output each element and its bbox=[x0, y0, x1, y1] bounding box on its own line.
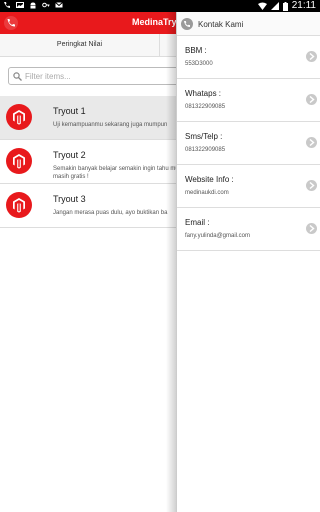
status-bar-time: 21:11 bbox=[291, 0, 316, 11]
contact-list: BBM : 553D3000 Whataps : 081322909085 Sm… bbox=[177, 36, 320, 251]
signal-icon bbox=[270, 2, 279, 10]
phone-icon bbox=[181, 18, 193, 30]
contact-item-bbm[interactable]: BBM : 553D3000 bbox=[177, 36, 320, 79]
list-item-tryout-2[interactable]: Tryout 2 Semakin banyak belajar semakin … bbox=[0, 140, 180, 184]
tryout-title: Tryout 1 bbox=[53, 106, 86, 116]
tryout-description: Jangan merasa puas dulu, ayo buktikan ba bbox=[53, 210, 168, 216]
tab-peringkat-nilai[interactable]: Peringkat Nilai bbox=[0, 34, 160, 56]
magento-logo-icon bbox=[6, 148, 32, 174]
mail-icon bbox=[55, 2, 63, 8]
call-button[interactable] bbox=[4, 16, 18, 30]
contact-value: fany.yulinda@gmail.com bbox=[185, 233, 251, 239]
contact-item-whatsapp[interactable]: Whataps : 081322909085 bbox=[177, 79, 320, 122]
contact-value: 081322909085 bbox=[185, 147, 226, 153]
android-icon bbox=[30, 2, 36, 9]
tryout-description: Semakin banyak belajar semakin ingin tah… bbox=[53, 166, 180, 180]
list-item-tryout-3[interactable]: Tryout 3 Jangan merasa puas dulu, ayo bu… bbox=[0, 184, 180, 228]
status-bar-notifications bbox=[3, 1, 63, 9]
list-item-tryout-1[interactable]: Tryout 1 Uji kemampuanmu sekarang juga m… bbox=[0, 96, 180, 140]
key-icon bbox=[42, 2, 50, 8]
drawer-header: Kontak Kami bbox=[177, 12, 320, 36]
phone-icon bbox=[4, 2, 10, 8]
contact-drawer: Kontak Kami BBM : 553D3000 Whataps : 081… bbox=[176, 12, 320, 512]
magento-logo-icon bbox=[6, 104, 32, 130]
phone-icon bbox=[4, 16, 18, 30]
search-icon bbox=[13, 72, 22, 81]
contact-label: BBM : bbox=[185, 46, 207, 55]
chevron-right-icon bbox=[306, 94, 317, 105]
tryout-description: Uji kemampuanmu sekarang juga mumpun bbox=[53, 122, 168, 128]
contact-item-sms-telp[interactable]: Sms/Telp : 081322909085 bbox=[177, 122, 320, 165]
picture-icon bbox=[16, 2, 24, 8]
contact-label: Whataps : bbox=[185, 89, 222, 98]
drawer-shadow bbox=[166, 12, 176, 512]
chevron-right-icon bbox=[306, 223, 317, 234]
wifi-icon bbox=[257, 2, 267, 10]
contact-label: Email : bbox=[185, 218, 210, 227]
contact-label: Website Info : bbox=[185, 175, 234, 184]
tryout-list: Tryout 1 Uji kemampuanmu sekarang juga m… bbox=[0, 96, 180, 228]
contact-value: medinaukdi.com bbox=[185, 190, 229, 196]
tryout-title: Tryout 3 bbox=[53, 194, 86, 204]
contact-value: 553D3000 bbox=[185, 61, 213, 67]
drawer-title: Kontak Kami bbox=[198, 20, 244, 29]
filter-search-box[interactable] bbox=[8, 67, 188, 85]
chevron-right-icon bbox=[306, 137, 317, 148]
contact-item-website[interactable]: Website Info : medinaukdi.com bbox=[177, 165, 320, 208]
chevron-right-icon bbox=[306, 180, 317, 191]
battery-icon bbox=[282, 1, 288, 11]
tryout-title: Tryout 2 bbox=[53, 150, 86, 160]
status-bar: 21:11 bbox=[0, 0, 320, 12]
contact-label: Sms/Telp : bbox=[185, 132, 223, 141]
magento-logo-icon bbox=[6, 192, 32, 218]
contact-item-email[interactable]: Email : fany.yulinda@gmail.com bbox=[177, 208, 320, 251]
status-bar-system: 21:11 bbox=[257, 0, 316, 12]
chevron-right-icon bbox=[306, 51, 317, 62]
contact-value: 081322909085 bbox=[185, 104, 226, 110]
filter-input[interactable] bbox=[25, 69, 185, 83]
